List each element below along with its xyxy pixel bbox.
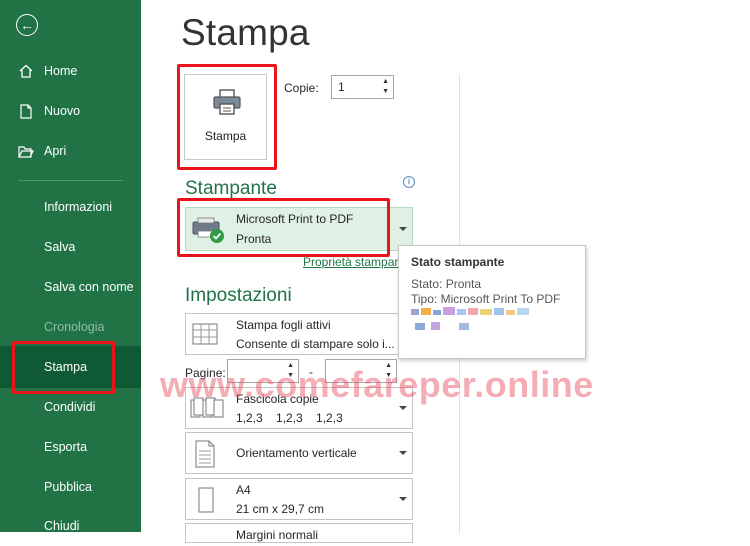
sidebar-item-info[interactable]: Informazioni xyxy=(0,187,141,227)
chevron-down-icon xyxy=(399,227,407,231)
sidebar-item-label: Cronologia xyxy=(44,320,105,334)
sheets-dropdown[interactable]: Stampa fogli attivi Consente di stampare… xyxy=(185,313,413,355)
chevron-down-icon xyxy=(399,406,407,410)
orientation-dropdown[interactable]: Orientamento verticale xyxy=(185,432,413,474)
copies-stepper[interactable]: 1 ▲ ▼ xyxy=(331,75,394,99)
printer-status-tooltip: Stato stampante Stato: Pronta Tipo: Micr… xyxy=(398,245,586,359)
highlight-box xyxy=(177,198,390,257)
sidebar-item-label: Home xyxy=(44,64,78,78)
highlight-box xyxy=(12,341,115,394)
tooltip-status: Stato: Pronta xyxy=(411,277,482,291)
sidebar-item-label: Condividi xyxy=(44,400,96,414)
sidebar-item-home[interactable]: Home xyxy=(0,51,141,91)
decrement-arrow-icon[interactable]: ▼ xyxy=(382,88,389,95)
sidebar-item-label: Chiudi xyxy=(44,519,80,533)
sheets-title: Stampa fogli attivi xyxy=(236,318,331,332)
portrait-page-icon xyxy=(195,440,215,473)
sidebar-item-label: Salva con nome xyxy=(44,280,134,294)
watermark-text: www.comefareper.online xyxy=(160,364,594,405)
home-icon xyxy=(18,63,34,79)
orientation-value: Orientamento verticale xyxy=(236,446,357,460)
chevron-down-icon xyxy=(399,451,407,455)
sidebar-item-label: Apri xyxy=(44,144,67,158)
tooltip-title: Stato stampante xyxy=(411,255,505,269)
tooltip-type: Tipo: Microsoft Print To PDF xyxy=(411,292,561,306)
backstage-sidebar: ← Home Nuovo Apri Informazioni Salva Sal… xyxy=(0,0,141,533)
sidebar-item-label: Esporta xyxy=(44,440,88,454)
margins-title: Margini normali xyxy=(236,528,319,542)
sidebar-item-save-as[interactable]: Salva con nome xyxy=(0,267,141,307)
sidebar-item-export[interactable]: Esporta xyxy=(0,427,141,467)
sidebar-item-close[interactable]: Chiudi xyxy=(0,506,141,546)
info-icon[interactable]: i xyxy=(403,176,415,188)
sidebar-item-save[interactable]: Salva xyxy=(0,227,141,267)
printer-properties-link[interactable]: Proprietà stampante xyxy=(303,255,411,269)
back-arrow-icon[interactable]: ← xyxy=(16,14,38,36)
collate-desc: 1,2,3 1,2,3 1,2,3 xyxy=(236,411,343,425)
sidebar-item-label: Nuovo xyxy=(44,104,81,118)
margins-dropdown[interactable]: Margini normali xyxy=(185,523,413,543)
settings-section-title: Impostazioni xyxy=(185,285,292,306)
new-document-icon xyxy=(18,103,34,119)
highlight-box xyxy=(177,64,277,170)
increment-arrow-icon[interactable]: ▲ xyxy=(382,78,389,85)
paper-size-dropdown[interactable]: A4 21 cm x 29,7 cm xyxy=(185,478,413,520)
sidebar-divider xyxy=(18,180,123,181)
sidebar-item-label: Salva xyxy=(44,240,76,254)
copies-label: Copie: xyxy=(284,81,319,95)
paper-size-desc: 21 cm x 29,7 cm xyxy=(236,502,325,516)
chevron-down-icon xyxy=(399,497,407,501)
sheets-grid-icon xyxy=(192,323,218,350)
paper-size-icon xyxy=(198,487,214,518)
paper-size-title: A4 xyxy=(236,483,251,497)
sidebar-item-open[interactable]: Apri xyxy=(0,131,141,171)
blurred-info-icon xyxy=(411,307,541,340)
sheets-desc: Consente di stampare solo i... xyxy=(236,337,395,351)
copies-value: 1 xyxy=(338,80,345,94)
sidebar-item-publish[interactable]: Pubblica xyxy=(0,467,141,507)
folder-icon xyxy=(18,143,34,159)
sidebar-item-label: Pubblica xyxy=(44,480,92,494)
sidebar-item-new[interactable]: Nuovo xyxy=(0,91,141,131)
page-title: Stampa xyxy=(181,12,310,53)
printer-section-title: Stampante xyxy=(185,178,277,199)
sidebar-item-label: Informazioni xyxy=(44,200,113,214)
